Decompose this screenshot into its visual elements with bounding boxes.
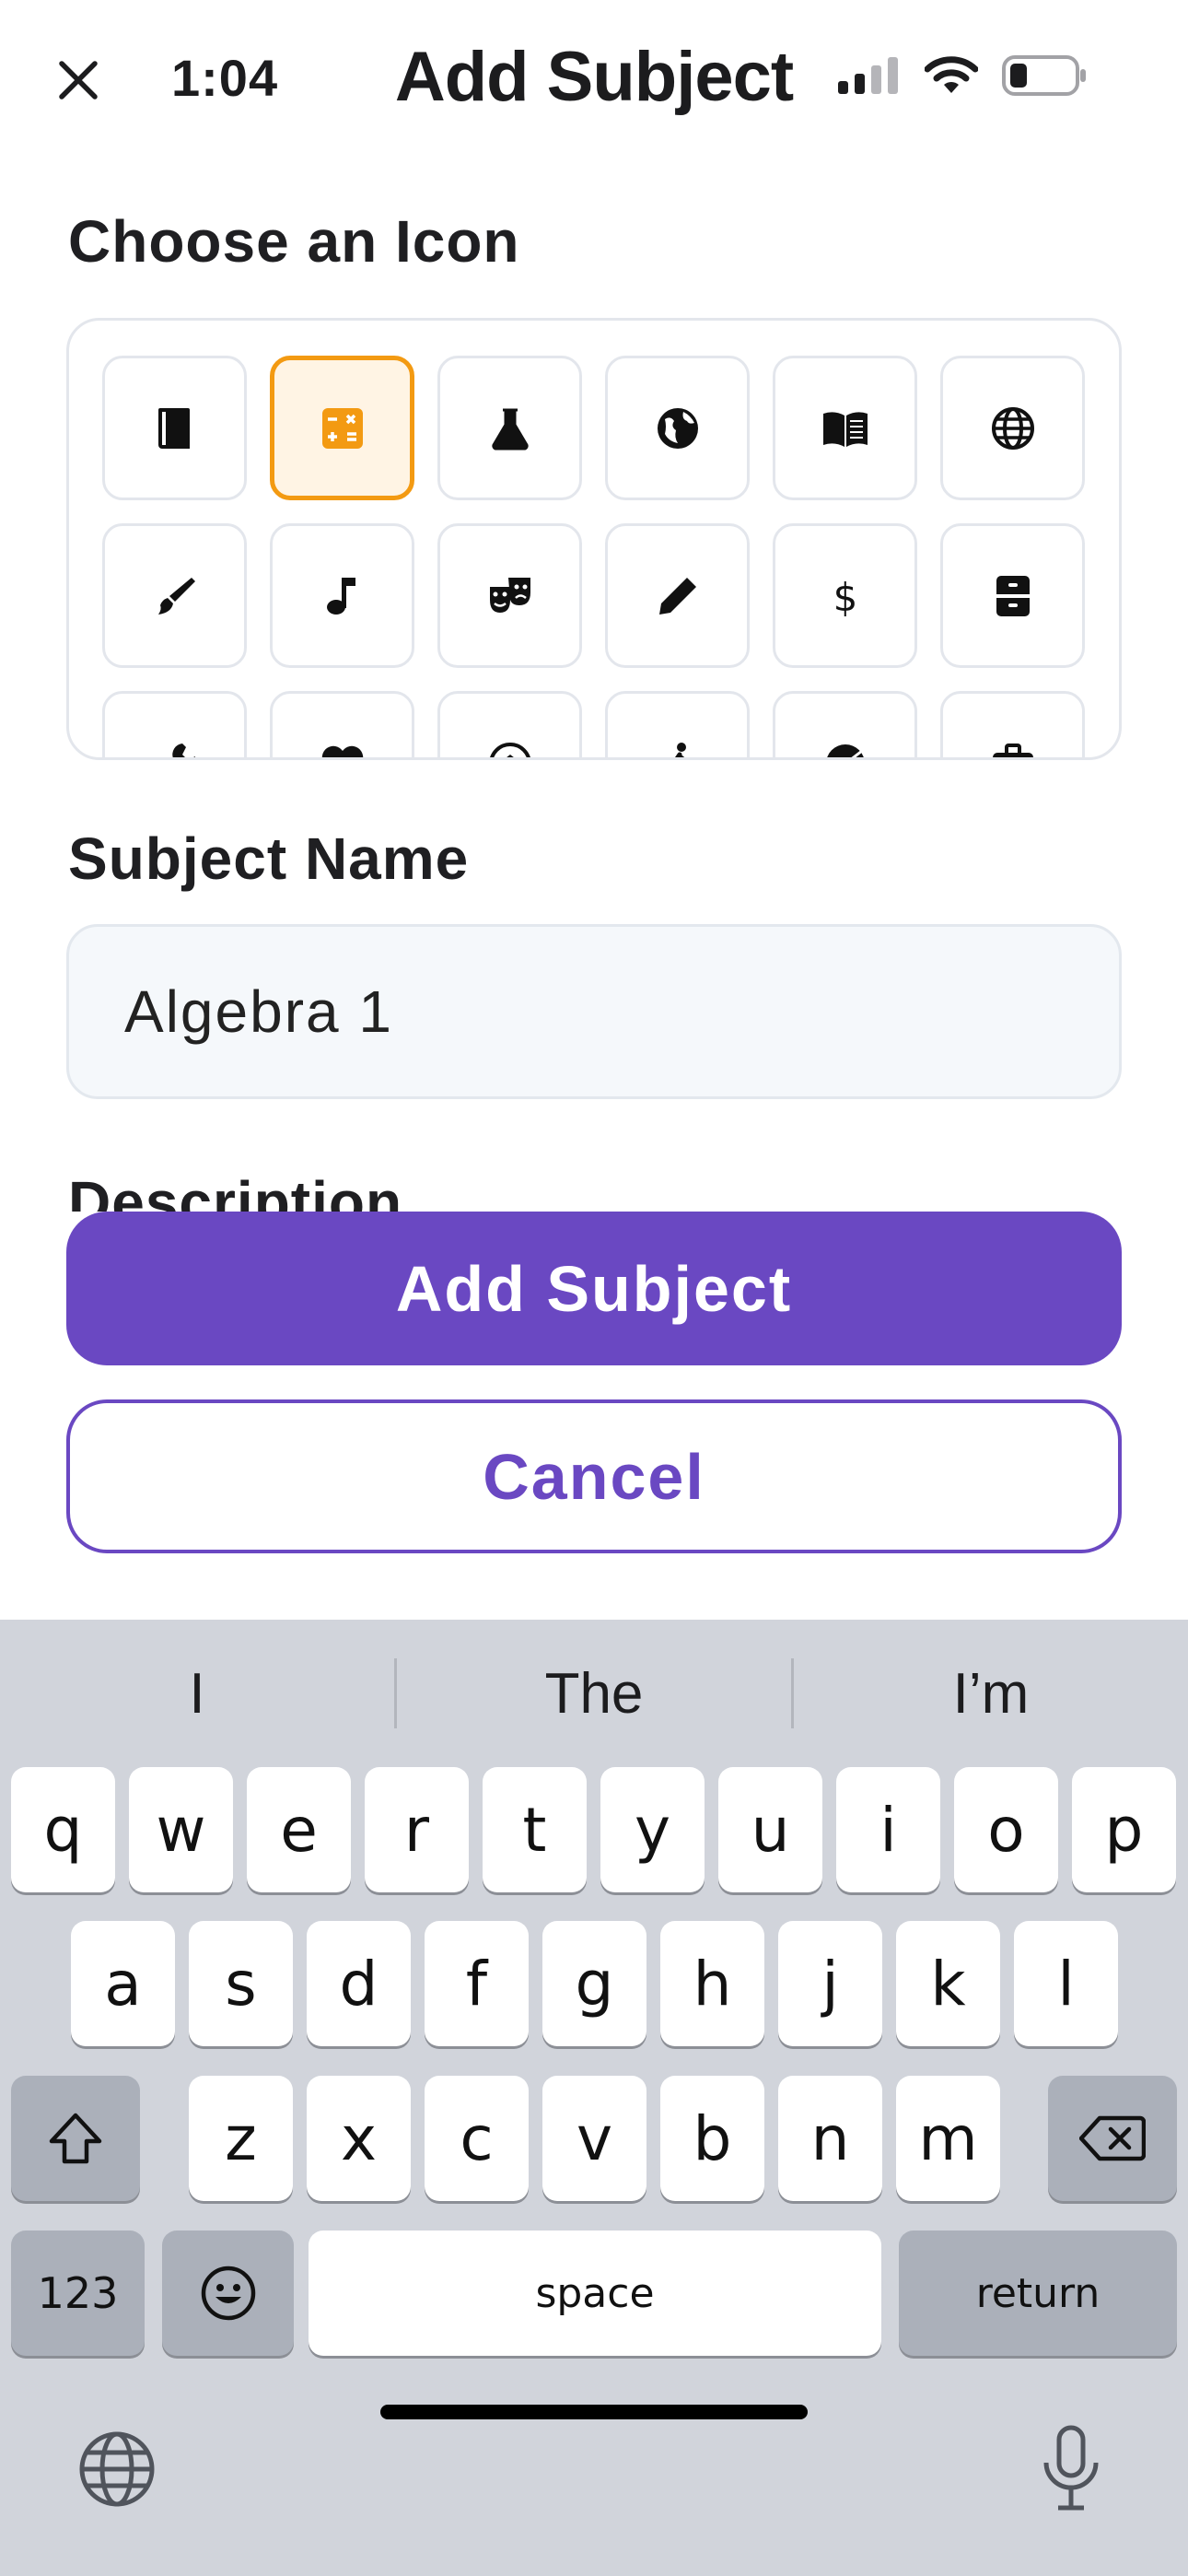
subject-name-input[interactable]: Algebra 1 <box>66 924 1122 1099</box>
briefcase-icon <box>992 743 1033 757</box>
key-s[interactable]: s <box>189 1921 293 2046</box>
suggestion-bar: I The I’m <box>0 1620 1188 1767</box>
icon-option-paintbrush[interactable] <box>102 523 247 668</box>
key-k[interactable]: k <box>896 1921 1000 2046</box>
key-e[interactable]: e <box>247 1767 351 1892</box>
suggestion-2[interactable]: The <box>397 1620 791 1767</box>
icon-option-globe-grid[interactable] <box>940 356 1085 500</box>
globe-key[interactable] <box>76 2428 158 2511</box>
cellular-signal-icon <box>838 57 898 94</box>
paintbrush-icon <box>157 577 195 615</box>
key-x[interactable]: x <box>307 2076 411 2201</box>
soccer-ball-icon <box>489 742 530 757</box>
person-running-icon <box>674 742 686 757</box>
emoji-icon <box>201 2266 255 2321</box>
open-book-icon <box>822 411 868 447</box>
keyboard: I The I’m q w e r t y u i o p a s d f g … <box>0 1620 1188 2576</box>
add-subject-button[interactable]: Add Subject <box>66 1212 1122 1365</box>
suggestion-1[interactable]: I <box>0 1620 394 1767</box>
key-y[interactable]: y <box>600 1767 705 1892</box>
status-icons <box>838 55 1087 96</box>
key-w[interactable]: w <box>129 1767 233 1892</box>
key-u[interactable]: u <box>718 1767 822 1892</box>
key-t[interactable]: t <box>483 1767 587 1892</box>
icon-option-cabinet[interactable] <box>940 523 1085 668</box>
globe-americas-icon <box>657 407 698 449</box>
microphone-icon <box>1043 2425 1099 2511</box>
key-i[interactable]: i <box>836 1767 940 1892</box>
icon-option-open-book[interactable] <box>773 356 917 500</box>
key-z[interactable]: z <box>189 2076 293 2201</box>
dollar-icon: $ <box>833 575 857 620</box>
space-key[interactable]: space <box>309 2231 881 2356</box>
key-p[interactable]: p <box>1072 1767 1176 1892</box>
key-l[interactable]: l <box>1014 1921 1118 2046</box>
key-c[interactable]: c <box>425 2076 529 2201</box>
description-label: Description <box>68 1169 403 1212</box>
key-j[interactable]: j <box>778 1921 882 2046</box>
pie-chart-icon <box>826 744 864 757</box>
key-h[interactable]: h <box>660 1921 764 2046</box>
header: 1:04 Add Subject <box>0 0 1188 161</box>
key-d[interactable]: d <box>307 1921 411 2046</box>
heart-icon <box>321 745 363 757</box>
delete-icon <box>1079 2115 1146 2161</box>
cancel-button[interactable]: Cancel <box>66 1399 1122 1553</box>
icon-picker[interactable]: $ <box>66 318 1122 760</box>
icon-option-book[interactable] <box>102 356 247 500</box>
book-icon <box>157 407 190 449</box>
home-indicator <box>380 2405 808 2419</box>
description-section: Description <box>0 1142 1188 1212</box>
icon-option-dollar[interactable]: $ <box>773 523 917 668</box>
battery-icon <box>1002 55 1086 96</box>
icon-option-soccer-ball[interactable] <box>437 691 582 757</box>
icon-option-calculator[interactable] <box>270 356 414 500</box>
key-v[interactable]: v <box>542 2076 646 2201</box>
icon-option-pie-chart[interactable] <box>773 691 917 757</box>
icon-option-music-note[interactable] <box>270 523 414 668</box>
cabinet-icon <box>996 575 1030 616</box>
wifi-icon <box>925 56 978 93</box>
emoji-key[interactable] <box>162 2231 294 2356</box>
key-r[interactable]: r <box>365 1767 469 1892</box>
icon-grid: $ <box>102 356 1085 757</box>
calculator-icon <box>321 407 363 449</box>
key-m[interactable]: m <box>896 2076 1000 2201</box>
icon-picker-label: Choose an Icon <box>68 208 520 275</box>
globe-icon <box>79 2431 155 2507</box>
key-q[interactable]: q <box>11 1767 115 1892</box>
svg-text:$: $ <box>833 575 857 620</box>
icon-option-person-running[interactable] <box>605 691 750 757</box>
icon-option-pencil[interactable] <box>605 523 750 668</box>
key-g[interactable]: g <box>542 1921 646 2046</box>
key-n[interactable]: n <box>778 2076 882 2201</box>
music-note-icon <box>326 577 355 615</box>
subject-name-label: Subject Name <box>68 825 470 892</box>
pencil-icon <box>658 577 696 615</box>
key-a[interactable]: a <box>71 1921 175 2046</box>
delete-key[interactable] <box>1048 2076 1177 2201</box>
return-key[interactable]: return <box>899 2231 1177 2356</box>
icon-option-globe-americas[interactable] <box>605 356 750 500</box>
key-b[interactable]: b <box>660 2076 764 2201</box>
globe-grid-icon <box>991 406 1034 450</box>
icon-option-briefcase[interactable] <box>940 691 1085 757</box>
icon-option-flask[interactable] <box>437 356 582 500</box>
icon-option-theater-masks[interactable] <box>437 523 582 668</box>
dictation-key[interactable] <box>1034 2422 1108 2514</box>
numbers-key[interactable]: 123 <box>11 2231 145 2356</box>
suggestion-3[interactable]: I’m <box>794 1620 1188 1767</box>
wrench-icon <box>171 743 195 757</box>
shift-icon <box>49 2113 102 2164</box>
key-o[interactable]: o <box>954 1767 1058 1892</box>
key-f[interactable]: f <box>425 1921 529 2046</box>
flask-icon <box>491 408 529 450</box>
icon-option-heart[interactable] <box>270 691 414 757</box>
icon-option-wrench[interactable] <box>102 691 247 757</box>
theater-masks-icon <box>489 577 530 613</box>
shift-key[interactable] <box>11 2076 140 2201</box>
